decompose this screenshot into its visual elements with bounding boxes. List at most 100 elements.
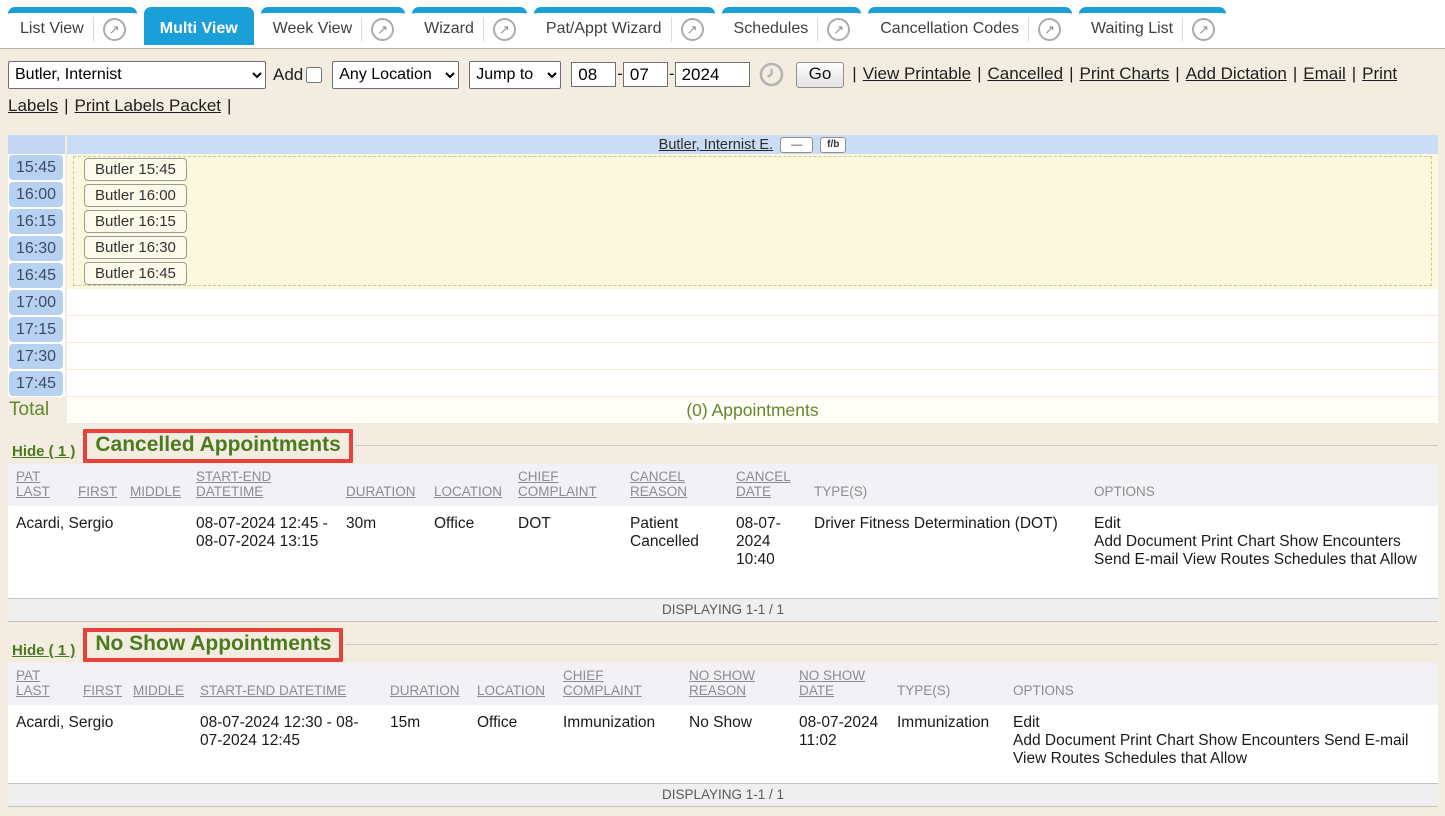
tab-cancellation-codes[interactable]: Cancellation Codes ↗ [868,7,1072,45]
schedules-that-allow-option[interactable]: Schedules that Allow [1274,551,1417,568]
tab-wizard[interactable]: Wizard ↗ [412,7,527,45]
col-middle[interactable]: MIDDLE [125,663,192,705]
col-chief-complaint[interactable]: CHIEF COMPLAINT [510,464,622,506]
edit-option[interactable]: Edit [1094,515,1430,533]
total-row: Total (0) Appointments [8,397,1438,423]
slot-button-1615[interactable]: Butler 16:15 [84,210,187,233]
col-first[interactable]: FIRST [75,663,125,705]
cancelled-link[interactable]: Cancelled [987,64,1063,83]
collapse-column-button[interactable]: — [780,137,813,153]
empty-slot-row[interactable] [67,289,1438,316]
show-encounters-option[interactable]: Show Encounters [1279,533,1401,550]
arrow-glyph: ↗ [109,23,120,36]
tab-divider [1028,17,1029,42]
slot-button-1645[interactable]: Butler 16:45 [84,262,187,285]
external-link-icon[interactable]: ↗ [103,18,126,41]
col-cancel-reason[interactable]: CANCEL REASON [622,464,728,506]
col-types: TYPE(S) [806,464,1086,506]
external-link-icon[interactable]: ↗ [1192,18,1215,41]
provider-column-header: Butler, Internist E. — f/b [67,135,1438,154]
duration: 15m [382,705,469,783]
send-email-option[interactable]: Send E-mail [1324,732,1408,749]
cancelled-displaying-bar: DISPLAYING 1-1 / 1 [8,598,1438,622]
empty-slot-row[interactable] [67,316,1438,343]
show-encounters-option[interactable]: Show Encounters [1198,732,1320,749]
slot-button-1630[interactable]: Butler 16:30 [84,236,187,259]
col-duration[interactable]: DURATION [382,663,469,705]
edit-option[interactable]: Edit [1013,714,1430,732]
fb-toggle-button[interactable]: f/b [820,137,846,153]
print-charts-link[interactable]: Print Charts [1080,64,1170,83]
external-link-icon[interactable]: ↗ [827,18,850,41]
no-show-appointments-table: PAT LAST FIRST MIDDLE START-END DATETIME… [8,663,1438,783]
duration: 30m [338,506,426,598]
print-chart-option[interactable]: Print Chart [1120,732,1194,749]
empty-slot-row[interactable] [67,343,1438,370]
col-location[interactable]: LOCATION [469,663,555,705]
add-dictation-link[interactable]: Add Dictation [1186,64,1287,83]
col-chief-complaint[interactable]: CHIEF COMPLAINT [555,663,681,705]
view-routes-option[interactable]: View Routes [1013,750,1100,767]
go-button[interactable]: Go [796,62,845,88]
tab-divider [361,17,362,42]
add-checkbox[interactable] [306,67,322,83]
options-list: Add Document Print Chart Show Encounters… [1013,732,1430,768]
col-location[interactable]: LOCATION [426,464,510,506]
appointments-count: (0) Appointments [67,397,1438,423]
col-pat-last[interactable]: PAT LAST [8,663,75,705]
no-show-displaying-bar: DISPLAYING 1-1 / 1 [8,783,1438,807]
col-cancel-date[interactable]: CANCEL DATE [728,464,806,506]
jump-to-select[interactable]: Jump to [469,61,561,89]
clock-icon[interactable] [759,62,784,87]
external-link-icon[interactable]: ↗ [493,18,516,41]
location-select[interactable]: Any Location [332,61,459,89]
schedule-toolbar: Butler, Internist Add Any Location Jump … [0,48,1445,127]
col-middle[interactable]: MIDDLE [122,464,188,506]
external-link-icon[interactable]: ↗ [1038,18,1061,41]
provider-column: Butler 15:45 Butler 16:00 Butler 16:15 B… [67,154,1438,397]
tab-multi-view[interactable]: Multi View [144,7,254,45]
add-document-option[interactable]: Add Document [1094,533,1197,550]
view-routes-option[interactable]: View Routes [1183,551,1270,568]
tab-list-view[interactable]: List View ↗ [8,7,137,45]
col-pat-last[interactable]: PAT LAST [8,464,70,506]
col-no-show-reason[interactable]: NO SHOW REASON [681,663,791,705]
print-labels-packet-link[interactable]: Print Labels Packet [75,96,221,115]
external-link-icon[interactable]: ↗ [681,18,704,41]
col-start-end[interactable]: START-END DATETIME [188,464,338,506]
date-day-input[interactable] [623,62,668,87]
slot-button-1600[interactable]: Butler 16:00 [84,184,187,207]
tab-waiting-list[interactable]: Waiting List ↗ [1079,7,1226,45]
link-separator: | [852,64,856,83]
col-duration[interactable]: DURATION [338,464,426,506]
tab-pat-appt-wizard[interactable]: Pat/Appt Wizard ↗ [534,7,715,45]
tab-schedules[interactable]: Schedules ↗ [722,7,862,45]
col-no-show-date[interactable]: NO SHOW DATE [791,663,889,705]
add-document-option[interactable]: Add Document [1013,732,1116,749]
email-link[interactable]: Email [1303,64,1346,83]
view-printable-link[interactable]: View Printable [863,64,971,83]
schedules-that-allow-option[interactable]: Schedules that Allow [1104,750,1247,767]
col-start-end[interactable]: START-END DATETIME [192,663,382,705]
tab-week-view[interactable]: Week View ↗ [261,7,405,45]
slot-button-1545[interactable]: Butler 15:45 [84,158,187,181]
provider-select[interactable]: Butler, Internist [8,61,266,89]
hide-no-show-link[interactable]: Hide ( 1 ) [12,642,75,659]
external-link-icon[interactable]: ↗ [371,18,394,41]
tab-divider [817,17,818,42]
send-email-option[interactable]: Send E-mail [1094,551,1178,568]
date-month-input[interactable] [571,62,616,87]
time-slot-label: 15:45 [9,155,63,180]
tab-label: Cancellation Codes [880,20,1028,38]
empty-slot-row[interactable] [67,370,1438,397]
col-first[interactable]: FIRST [70,464,122,506]
add-label: Add [273,65,303,84]
total-label: Total [8,397,65,423]
date-year-input[interactable] [675,62,750,87]
print-chart-option[interactable]: Print Chart [1201,533,1275,550]
arrow-glyph: ↗ [833,23,844,36]
arrow-glyph: ↗ [499,23,510,36]
hide-cancelled-link[interactable]: Hide ( 1 ) [12,443,75,460]
provider-header-link[interactable]: Butler, Internist E. [659,137,773,153]
time-column: 15:45 16:00 16:15 16:30 16:45 17:00 17:1… [8,154,65,397]
